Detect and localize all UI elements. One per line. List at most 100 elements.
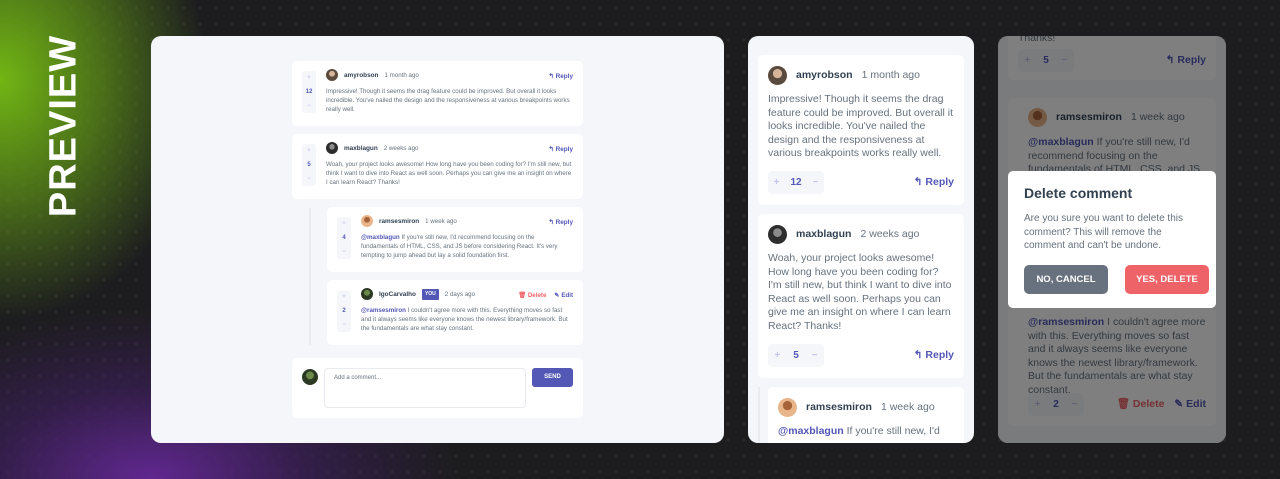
reply-icon: ↰	[548, 146, 554, 153]
confirm-delete-button[interactable]: YES, DELETE	[1125, 265, 1209, 294]
comment-text: Woah, your project looks awesome! How lo…	[326, 161, 572, 186]
comment-text: @ramsesmiron I couldn't agree more with …	[361, 306, 573, 333]
comment-body: If you're still new, I'd	[846, 425, 940, 437]
username: maxblagun	[344, 144, 378, 152]
downvote-button[interactable]: −	[307, 102, 311, 111]
vote-control: + 12 −	[768, 171, 824, 194]
reply-label: Reply	[925, 349, 954, 361]
avatar	[326, 142, 338, 154]
vote-control: + 5 −	[302, 144, 316, 186]
downvote-button[interactable]: −	[342, 248, 346, 257]
mention[interactable]: @maxblagun	[778, 425, 844, 437]
thread-line	[758, 387, 760, 443]
you-badge: YOU	[421, 288, 439, 300]
own-actions: 🗑 Delete ✎ Edit	[518, 291, 573, 300]
reply-card: + 2 − IgoCarvalho YOU 2 days ago 🗑 Delet…	[327, 280, 583, 345]
upvote-button[interactable]: +	[342, 220, 346, 229]
comment-header: maxblagun 2 weeks ago	[768, 225, 919, 244]
comment-header: ramsesmiron 1 week ago	[778, 398, 935, 417]
reply-button[interactable]: ↰ Reply	[914, 176, 954, 190]
avatar	[361, 288, 373, 300]
upvote-button[interactable]: +	[307, 147, 311, 156]
comment-date: 2 days ago	[444, 290, 476, 298]
comment-header: amyrobson 1 month ago	[768, 66, 920, 85]
trash-icon: 🗑	[518, 292, 527, 299]
send-button[interactable]: SEND	[532, 368, 573, 387]
avatar	[302, 369, 318, 385]
username: amyrobson	[796, 68, 853, 81]
modal-preview-panel: Thanks! + 5 − ↰ Reply ramsesmiron 1 week…	[998, 36, 1226, 443]
reply-icon: ↰	[913, 349, 923, 361]
username: maxblagun	[796, 227, 852, 240]
username: IgoCarvalho	[379, 290, 416, 298]
username: amyrobson	[344, 71, 379, 79]
comment-card: + 5 − maxblagun 2 weeks ago ↰ Reply Woah…	[292, 134, 583, 199]
add-comment-card: Add a comment... SEND	[292, 358, 583, 418]
score: 5	[307, 161, 311, 168]
downvote-button[interactable]: −	[812, 349, 818, 363]
mobile-preview-panel: amyrobson 1 month ago Impressive! Though…	[748, 36, 974, 443]
upvote-button[interactable]: +	[342, 293, 346, 302]
modal-text: Are you sure you want to delete this com…	[1024, 213, 1183, 251]
preview-label: PREVIEW	[42, 34, 85, 218]
comment-text: Woah, your project looks awesome! How lo…	[768, 252, 952, 332]
avatar	[778, 398, 797, 417]
score: 12	[790, 176, 802, 188]
comment-text: Impressive! Though it seems the drag fea…	[768, 93, 954, 160]
comment-date: 1 week ago	[425, 217, 457, 225]
comment-card: maxblagun 2 weeks ago Woah, your project…	[758, 214, 964, 378]
avatar	[361, 215, 373, 227]
cancel-button[interactable]: NO, CANCEL	[1024, 265, 1108, 294]
comment-date: 1 week ago	[880, 400, 935, 413]
upvote-button[interactable]: +	[307, 74, 311, 83]
avatar	[768, 66, 787, 85]
edit-label: Edit	[561, 292, 573, 299]
reply-label: Reply	[555, 146, 573, 153]
delete-label: Delete	[527, 292, 547, 299]
vote-control: + 5 −	[768, 344, 824, 367]
delete-button[interactable]: 🗑 Delete	[518, 291, 546, 300]
vote-control: + 4 −	[337, 217, 351, 259]
reply-label: Reply	[925, 176, 954, 188]
comment-input[interactable]: Add a comment...	[324, 368, 526, 408]
downvote-button[interactable]: −	[307, 175, 311, 184]
edit-button[interactable]: ✎ Edit	[554, 291, 573, 300]
desktop-preview-panel: + 12 − amyrobson 1 month ago ↰ Reply Imp…	[151, 36, 724, 443]
reply-icon: ↰	[913, 176, 923, 188]
comment-header: maxblagun 2 weeks ago	[326, 142, 419, 154]
upvote-button[interactable]: +	[774, 349, 780, 363]
reply-button[interactable]: ↰ Reply	[548, 145, 573, 154]
reply-button[interactable]: ↰ Reply	[914, 349, 954, 363]
reply-card: + 4 − ramsesmiron 1 week ago ↰ Reply @ma…	[327, 207, 583, 272]
score: 12	[305, 88, 313, 95]
avatar	[326, 69, 338, 81]
comment-text: Impressive! Though it seems the drag fea…	[326, 88, 570, 113]
username: ramsesmiron	[806, 400, 872, 413]
score: 5	[793, 349, 799, 361]
downvote-button[interactable]: −	[813, 176, 819, 190]
score: 2	[342, 307, 346, 314]
comment-date: 1 month ago	[861, 68, 920, 81]
mention[interactable]: @ramsesmiron	[361, 307, 406, 314]
reply-icon: ↰	[548, 73, 554, 80]
pencil-icon: ✎	[554, 292, 560, 299]
thread-line	[309, 208, 311, 345]
score: 4	[342, 234, 346, 241]
reply-button[interactable]: ↰ Reply	[548, 72, 573, 81]
modal-title: Delete comment	[1024, 185, 1133, 201]
avatar	[768, 225, 787, 244]
reply-label: Reply	[555, 73, 573, 80]
comment-date: 1 month ago	[384, 71, 419, 79]
comment-card: + 12 − amyrobson 1 month ago ↰ Reply Imp…	[292, 61, 583, 126]
comment-card: amyrobson 1 month ago Impressive! Though…	[758, 55, 964, 205]
reply-button[interactable]: ↰ Reply	[548, 218, 573, 227]
comment-header: IgoCarvalho YOU 2 days ago	[361, 288, 475, 300]
mention[interactable]: @maxblagun	[361, 234, 400, 241]
vote-control: + 2 −	[337, 290, 351, 332]
comment-date: 2 weeks ago	[860, 227, 920, 240]
upvote-button[interactable]: +	[774, 176, 780, 190]
reply-card: ramsesmiron 1 week ago @maxblagun If you…	[768, 387, 964, 443]
downvote-button[interactable]: −	[342, 321, 346, 330]
comment-text: @maxblagun If you're still new, I'd reco…	[361, 233, 573, 260]
comment-header: ramsesmiron 1 week ago	[361, 215, 457, 227]
